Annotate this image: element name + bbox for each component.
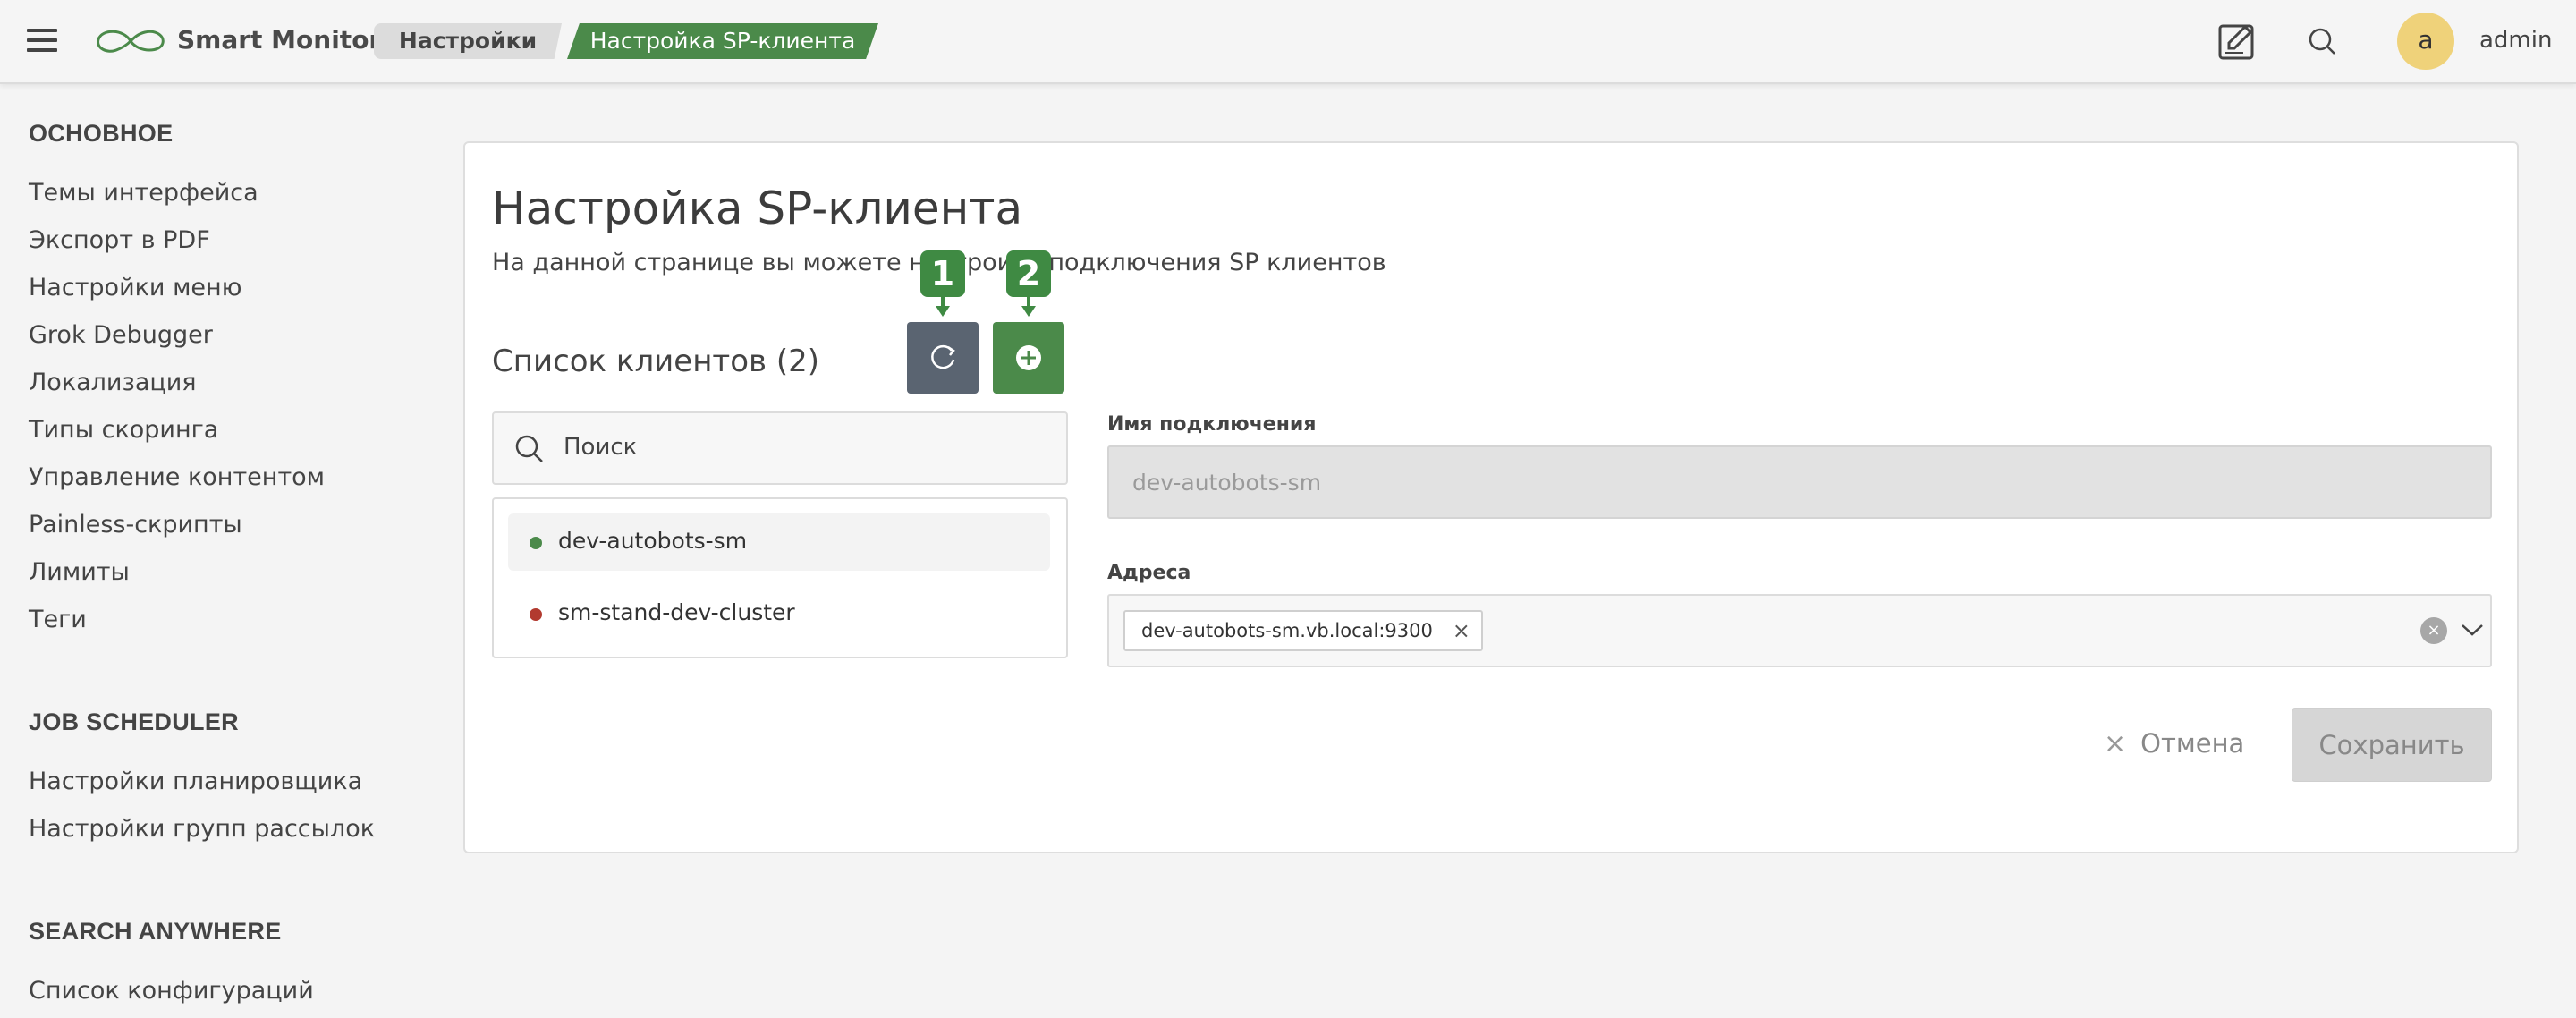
connection-name-field [1107,445,2492,519]
cancel-button[interactable]: × Отмена [2104,708,2274,778]
sidebar-item-content-management[interactable]: Управление контентом [29,463,325,491]
refresh-button[interactable] [907,322,979,394]
callout-marker-1: 1 [920,250,965,297]
cancel-label: Отмена [2140,728,2245,759]
search-input[interactable] [562,426,1048,469]
remove-chip-icon[interactable]: × [1453,612,1470,649]
sidebar-item-config-list[interactable]: Список конфигураций [29,977,314,1005]
breadcrumb-settings[interactable]: Настройки [374,23,562,59]
sidebar: ОСНОВНОЕ Темы интерфейса Экспорт в PDF Н… [0,84,438,1018]
add-client-button[interactable] [993,322,1064,394]
sidebar-item-themes[interactable]: Темы интерфейса [29,179,258,207]
clear-icon[interactable]: × [2420,617,2447,644]
sidebar-section-main: ОСНОВНОЕ [29,120,174,147]
callout-marker-2: 2 [1006,250,1051,297]
client-item-sm-stand-dev-cluster[interactable]: sm-stand-dev-cluster [508,585,1050,642]
client-name: dev-autobots-sm [558,528,748,554]
callout-arrow-tip-1 [936,306,950,317]
breadcrumb-sp-client[interactable]: Настройка SP-клиента [567,23,878,59]
page-title: Настройка SP-клиента [492,182,1023,234]
client-search [492,411,1068,485]
chevron-down-icon[interactable] [2460,619,2485,640]
sidebar-item-scoring-types[interactable]: Типы скоринга [29,416,218,444]
client-item-dev-autobots-sm[interactable]: dev-autobots-sm [508,513,1050,571]
callout-arrow-2 [1027,297,1030,306]
sidebar-item-tags[interactable]: Теги [29,606,87,633]
status-dot-online [530,537,542,549]
username[interactable]: admin [2479,27,2552,54]
avatar[interactable]: a [2397,13,2454,70]
callout-arrow-1 [941,297,945,306]
close-icon: × [2104,728,2127,759]
search-icon[interactable] [2302,21,2343,63]
client-name: sm-stand-dev-cluster [558,599,795,625]
edit-note-icon[interactable] [2216,21,2258,63]
sidebar-item-pdf-export[interactable]: Экспорт в PDF [29,226,210,254]
hamburger-menu-icon[interactable] [27,27,59,54]
save-button[interactable]: Сохранить [2292,708,2492,782]
address-chip: dev-autobots-sm.vb.local:9300 × [1123,610,1483,651]
sidebar-item-mailing-groups[interactable]: Настройки групп рассылок [29,815,375,843]
connection-name-label: Имя подключения [1107,413,1317,436]
sidebar-item-limits[interactable]: Лимиты [29,558,130,586]
status-dot-offline [530,608,542,621]
refresh-icon [931,344,955,369]
address-chip-label: dev-autobots-sm.vb.local:9300 [1141,620,1433,641]
addresses-select[interactable]: dev-autobots-sm.vb.local:9300 × × [1107,594,2492,667]
callout-arrow-tip-2 [1021,306,1036,317]
addresses-label: Адреса [1107,562,1191,584]
sp-client-panel: Настройка SP-клиента На данной странице … [463,141,2519,853]
sidebar-section-job-scheduler: JOB SCHEDULER [29,708,239,735]
top-header: Smart Monitor Настройки Настройка SP-кли… [0,0,2576,84]
search-icon [515,435,543,462]
sidebar-item-scheduler-settings[interactable]: Настройки планировщика [29,768,362,795]
client-list: dev-autobots-sm sm-stand-dev-cluster [492,497,1068,658]
sidebar-section-search-anywhere: SEARCH ANYWHERE [29,918,282,945]
sidebar-item-menu-settings[interactable]: Настройки меню [29,274,242,301]
connection-name-input[interactable] [1131,462,2458,503]
sidebar-item-painless-scripts[interactable]: Painless-скрипты [29,511,242,539]
app-title: Smart Monitor [177,25,382,55]
sidebar-item-localization[interactable]: Локализация [29,369,197,396]
plus-circle-icon [1016,345,1041,370]
client-list-title: Список клиентов (2) [492,344,820,379]
infinity-logo-icon [97,30,165,53]
sidebar-item-grok-debugger[interactable]: Grok Debugger [29,321,213,349]
